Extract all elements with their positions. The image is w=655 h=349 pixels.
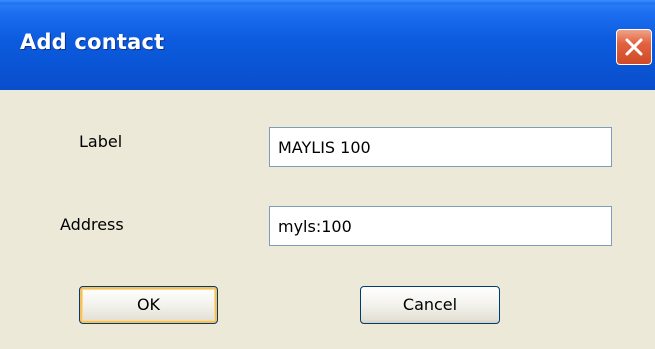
address-input[interactable] xyxy=(269,206,612,246)
address-field-label: Address xyxy=(60,215,124,234)
close-icon xyxy=(625,38,643,56)
add-contact-dialog: Add contact Label Address OK Cancel xyxy=(0,0,655,349)
ok-button[interactable]: OK xyxy=(79,286,218,324)
cancel-button[interactable]: Cancel xyxy=(360,286,500,324)
title-bar[interactable]: Add contact xyxy=(0,0,655,90)
label-field-label: Label xyxy=(79,132,123,151)
close-button[interactable] xyxy=(616,29,652,65)
label-input[interactable] xyxy=(269,127,612,167)
window-title: Add contact xyxy=(20,30,165,54)
